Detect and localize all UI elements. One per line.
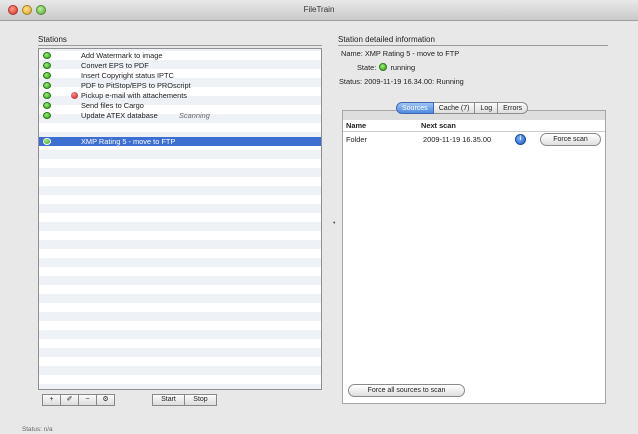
- detail-divider: [338, 45, 608, 46]
- status-label: Status:: [339, 77, 363, 86]
- detail-tabs: Sources Cache (7) Log Errors: [396, 102, 529, 114]
- tab-sources[interactable]: Sources: [396, 102, 434, 114]
- station-name: Pickup e-mail with attachements: [81, 91, 187, 100]
- stations-divider: [38, 45, 322, 46]
- running-status-icon: [43, 92, 51, 99]
- name-field: Name: XMP Rating 5 - move to FTP: [341, 49, 459, 58]
- running-status-icon: [379, 63, 388, 71]
- name-label: Name:: [341, 49, 363, 58]
- name-value: XMP Rating 5 - move to FTP: [364, 49, 460, 58]
- state-value: running: [390, 63, 416, 72]
- error-icon: [71, 92, 78, 99]
- stop-button[interactable]: Stop: [184, 394, 217, 406]
- station-row[interactable]: Update ATEX database Scanning: [39, 111, 321, 120]
- station-row-selected[interactable]: XMP Rating 5 - move to FTP: [39, 137, 321, 146]
- station-row[interactable]: Add Watermark to image: [39, 51, 321, 60]
- station-name: Insert Copyright status IPTC: [81, 71, 174, 80]
- edit-station-button[interactable]: ✐: [60, 394, 79, 406]
- force-all-sources-button[interactable]: Force all sources to scan: [348, 384, 465, 397]
- running-status-icon: [43, 102, 51, 109]
- status-field: Status: 2009-11-19 16.34.00: Running: [339, 77, 464, 86]
- station-name: PDF to PitStop/EPS to PROscript: [81, 81, 191, 90]
- station-settings-button[interactable]: ⚙: [96, 394, 115, 406]
- station-row[interactable]: PDF to PitStop/EPS to PROscript: [39, 81, 321, 90]
- station-row[interactable]: Convert EPS to PDF: [39, 61, 321, 70]
- running-status-icon: [43, 72, 51, 79]
- title-bar[interactable]: FileTrain: [0, 0, 638, 21]
- column-next-scan-header[interactable]: Next scan: [421, 120, 456, 131]
- station-name: Add Watermark to image: [81, 51, 163, 60]
- detail-heading: Station detailed information: [338, 35, 435, 44]
- station-row[interactable]: Pickup e-mail with attachements: [39, 91, 321, 100]
- split-view-handle[interactable]: •: [333, 220, 335, 227]
- sources-table[interactable]: Name Next scan Folder 2009-11-19 16.35.0…: [343, 120, 605, 403]
- table-header: Name Next scan: [343, 120, 605, 132]
- running-status-icon: [43, 112, 51, 119]
- remove-station-button[interactable]: −: [78, 394, 97, 406]
- stations-list[interactable]: Add Watermark to image Convert EPS to PD…: [38, 48, 322, 390]
- state-label: State:: [357, 63, 377, 72]
- station-row[interactable]: Send files to Cargo: [39, 101, 321, 110]
- filetrain-window: FileTrain Stations Add Watermark to imag…: [0, 0, 638, 434]
- state-field: State: running: [357, 63, 415, 72]
- source-next-scan: 2009-11-19 16.35.00: [423, 135, 492, 144]
- station-name: Send files to Cargo: [81, 101, 144, 110]
- tab-cache[interactable]: Cache (7): [433, 102, 476, 114]
- source-name: Folder: [346, 135, 367, 144]
- station-row[interactable]: Insert Copyright status IPTC: [39, 71, 321, 80]
- status-bar-text: Status: n/a: [22, 426, 53, 433]
- station-name: Update ATEX database: [81, 111, 158, 120]
- status-value: 2009-11-19 16.34.00: Running: [364, 77, 464, 86]
- column-name-header[interactable]: Name: [346, 120, 366, 131]
- running-status-icon: [43, 62, 51, 69]
- stations-heading: Stations: [38, 35, 67, 44]
- tab-errors[interactable]: Errors: [498, 102, 529, 114]
- window-title: FileTrain: [303, 5, 335, 14]
- start-button[interactable]: Start: [152, 394, 185, 406]
- running-status-icon: [43, 82, 51, 89]
- running-status-icon: [43, 138, 51, 145]
- force-scan-button[interactable]: Force scan: [540, 133, 601, 146]
- station-activity-status: Scanning: [179, 111, 210, 120]
- tab-log[interactable]: Log: [475, 102, 499, 114]
- station-name: XMP Rating 5 - move to FTP: [81, 137, 176, 146]
- add-station-button[interactable]: +: [42, 394, 61, 406]
- station-name: Convert EPS to PDF: [81, 61, 149, 70]
- running-status-icon: [43, 52, 51, 59]
- info-icon[interactable]: i: [515, 134, 526, 145]
